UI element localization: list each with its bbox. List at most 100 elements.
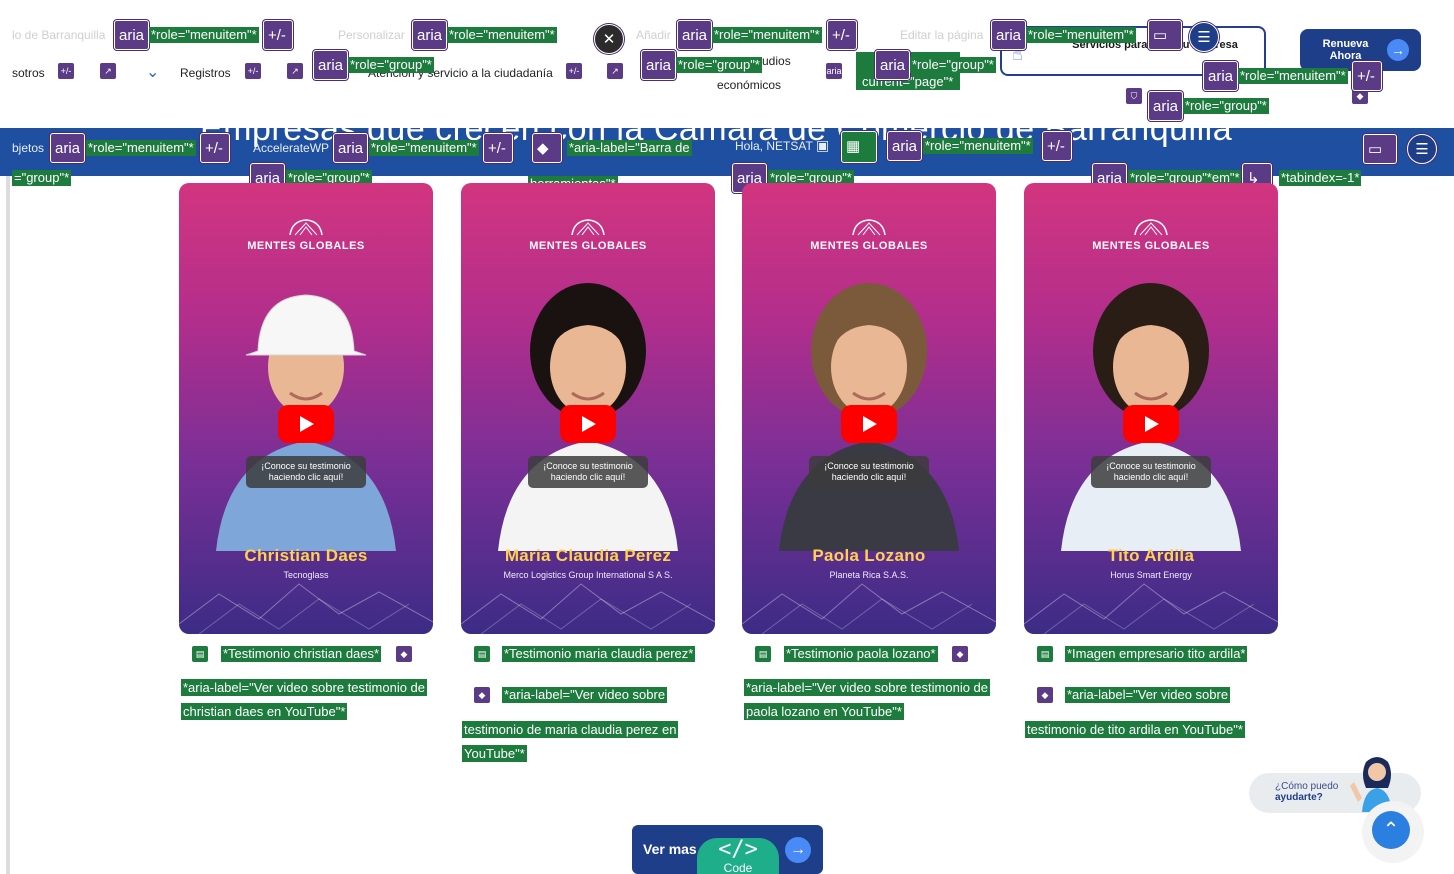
testimonial-card[interactable]: MENTES GLOBALES ¡Conoce su testimonio hac… — [179, 183, 433, 634]
brain-icon — [852, 219, 886, 236]
aria-role-tag: *role="group"* — [348, 57, 434, 73]
testimonial-cta: ¡Conoce su testimonio haciendo clic aquí… — [809, 456, 929, 488]
mentes-globales-logo: MENTES GLOBALES — [179, 217, 433, 252]
brain-icon — [289, 219, 323, 236]
nav-item-registros[interactable]: Registros — [180, 66, 231, 80]
toggle-icon: +/- — [58, 63, 74, 79]
toolbar-aria-label: *aria-label="Barra de — [567, 140, 692, 156]
aria-overlay: aria — [1148, 91, 1184, 121]
aria-role-tag: *role="menuitem"* — [149, 27, 259, 43]
faded-nav-item: Añadir — [636, 28, 671, 42]
tag-icon: ◆ — [532, 133, 562, 163]
banner-objects-label[interactable]: bjetos — [12, 141, 44, 155]
testimonial-company: Planeta Rica S.A.S. — [829, 570, 909, 580]
accelerate-wp-link[interactable]: AccelerateWP — [253, 141, 329, 155]
aria-role-tag: *role="menuitem"* — [86, 140, 196, 156]
aria-role-tag: *role="menuitem"* — [923, 138, 1033, 154]
testimonial-card[interactable]: MENTES GLOBALES ¡Conoce su testimonio hac… — [1024, 183, 1278, 634]
arrow-right-icon: → — [1387, 39, 1409, 61]
testimonial-company: Tecnoglass — [283, 570, 329, 580]
tabindex-tag: *tabindex=-1* — [1279, 170, 1362, 186]
card-link-label-cont[interactable]: testimonio de tito ardila en YouTube"* — [1023, 718, 1253, 742]
card-image-alt: *Imagen empresario tito ardila* — [1065, 646, 1248, 662]
youtube-play-icon[interactable] — [278, 405, 334, 443]
aria-overlay: aria — [50, 133, 86, 163]
aria-role-tag: *role="group"* — [1183, 98, 1269, 114]
shield-icon: ⛉ — [1126, 88, 1142, 104]
aria-role-tag: *role="menuitem"* — [447, 27, 557, 43]
aria-overlay: aria — [333, 133, 369, 163]
testimonial-cta: ¡Conoce su testimonio haciendo clic aquí… — [246, 456, 366, 488]
faded-nav-item: Editar la página — [900, 28, 984, 42]
menu-toggle-icon: ▭ — [1363, 134, 1397, 164]
testimonial-cta: ¡Conoce su testimonio haciendo clic aquí… — [1091, 456, 1211, 488]
mentes-globales-logo: MENTES GLOBALES — [461, 217, 715, 252]
mentes-globales-logo: MENTES GLOBALES — [742, 217, 996, 252]
aria-role-tag: *role="group"* — [676, 57, 762, 73]
aria-overlay: aria — [991, 20, 1027, 50]
avatar[interactable]: ▣ — [816, 137, 829, 154]
card-link-label[interactable]: *aria-label="Ver video sobre testimonio … — [742, 676, 994, 724]
testimonial-card[interactable]: MENTES GLOBALES ¡Conoce su testimonio hac… — [742, 183, 996, 634]
toggle-icon: +/- — [566, 63, 582, 79]
card-link-label[interactable]: *aria-label="Ver video sobre testimonio … — [179, 676, 428, 724]
aria-overlay: aria — [313, 50, 349, 80]
aria-overlay: aria — [887, 131, 923, 161]
nav-item-economicos[interactable]: económicos — [717, 78, 781, 92]
testimonial-card[interactable]: MENTES GLOBALES ¡Conoce su testimonio hac… — [461, 183, 715, 634]
close-icon[interactable]: ✕ — [594, 24, 624, 54]
aria-role-tag: *role="group"* — [910, 57, 996, 73]
list-icon: ☰ — [1189, 22, 1219, 52]
network-decoration — [461, 583, 715, 634]
youtube-play-icon[interactable] — [1123, 405, 1179, 443]
arrow-right-icon: → — [785, 837, 811, 863]
image-alt-icon: ▤ — [192, 646, 208, 662]
network-decoration — [179, 583, 433, 634]
aria-role-tag: *role="menuitem"* — [369, 140, 479, 156]
tag-icon: ◆ — [474, 687, 490, 703]
brain-icon — [1134, 219, 1168, 236]
youtube-play-icon[interactable] — [560, 405, 616, 443]
youtube-play-icon[interactable] — [841, 405, 897, 443]
greeting-label[interactable]: Hola, NETSAT — [735, 139, 813, 153]
card-link-label-cont[interactable]: testimonio de maria claudia perez en You… — [460, 718, 680, 766]
network-decoration — [742, 583, 996, 634]
nav-item-nosotros[interactable]: sotros — [12, 66, 45, 80]
tag-icon: ◆ — [1037, 687, 1053, 703]
aria-toggle-overlay: +/- — [200, 133, 230, 163]
testimonial-name: Tito Ardila — [1107, 546, 1195, 565]
aria-mini-icon: aria — [826, 63, 842, 79]
testimonial-cta: ¡Conoce su testimonio haciendo clic aquí… — [528, 456, 648, 488]
image-alt-icon: ▤ — [755, 646, 771, 662]
testimonial-company: Merco Logistics Group International S A … — [503, 570, 673, 580]
card-link-label[interactable]: *aria-label="Ver video sobre — [1065, 687, 1231, 703]
image-icon: ▦ — [841, 131, 877, 163]
renew-label: Renueva Ahora — [1322, 38, 1369, 62]
aria-overlay: aria — [1203, 61, 1239, 91]
testimonial-name: Maria Claudia Perez — [504, 546, 672, 565]
list-icon: ☰ — [1407, 134, 1437, 164]
aria-toggle-overlay: +/- — [263, 20, 293, 50]
aria-overlay: aria — [412, 20, 448, 50]
scroll-to-top-button[interactable]: ⌃ — [1362, 801, 1424, 863]
aria-role-tag: ="group"* — [12, 170, 72, 186]
code-badge[interactable]: </> Code — [697, 838, 779, 874]
card-image-alt: *Testimonio maria claudia perez* — [502, 646, 696, 662]
card-image-alt: *Testimonio christian daes* — [221, 646, 382, 662]
card-image-alt: *Testimonio paola lozano* — [784, 646, 938, 662]
toggle-icon: +/- — [245, 63, 261, 79]
aria-role-tag: *role="menuitem"* — [1238, 68, 1348, 84]
card-link-label[interactable]: *aria-label="Ver video sobre — [502, 687, 668, 703]
aria-overlay: aria — [641, 50, 677, 80]
aria-role-tag: *role="menuitem"* — [1026, 27, 1136, 43]
menu-toggle-icon: ▭ — [1148, 20, 1182, 50]
aria-toggle-overlay: +/- — [1352, 61, 1382, 91]
aria-overlay: aria — [875, 50, 911, 80]
chevron-down-icon[interactable]: ⌄ — [146, 62, 159, 82]
help-text: ¿Cómo puedo ayudarte? — [1275, 781, 1339, 803]
aria-overlay: aria — [677, 20, 713, 50]
aria-overlay: aria — [114, 20, 150, 50]
expand-icon: ↗ — [100, 63, 116, 79]
aria-toggle-overlay: +/- — [827, 20, 857, 50]
nav-item-estudios[interactable]: udios — [762, 54, 791, 68]
